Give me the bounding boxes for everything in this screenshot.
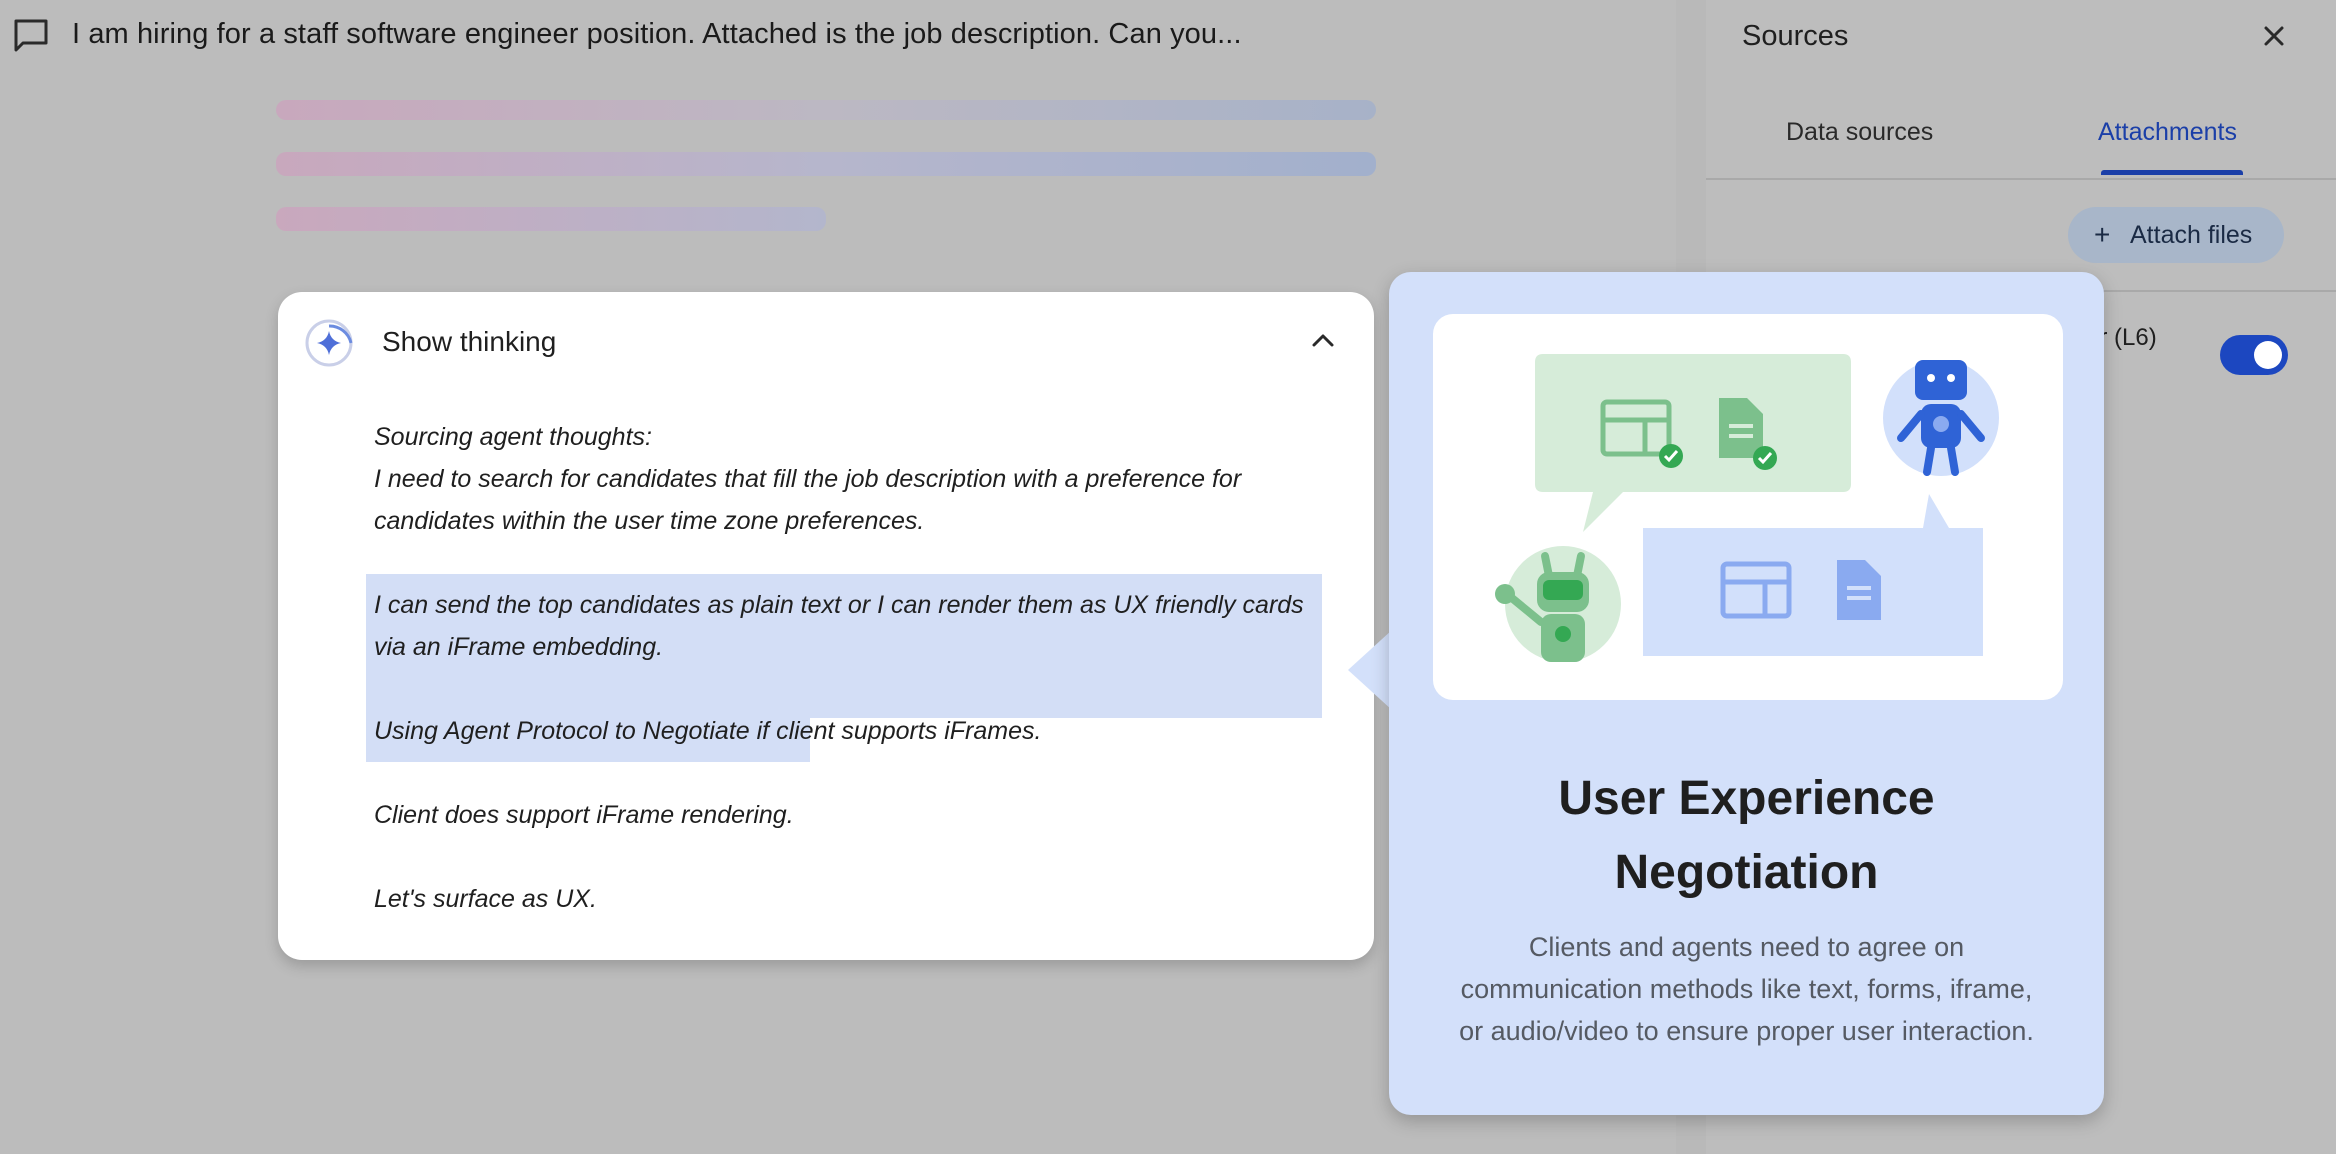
popover-description: Clients and agents need to agree on comm… <box>1389 926 2104 1052</box>
thinking-panel: Show thinking Sourcing agent thoughts: I… <box>278 292 1374 960</box>
thought-line: Sourcing agent thoughts: <box>374 423 652 451</box>
negotiation-illustration <box>1433 314 2063 700</box>
attach-files-button[interactable]: + Attach files <box>2068 207 2284 263</box>
toggle-knob <box>2254 341 2282 369</box>
close-icon[interactable] <box>2260 22 2288 50</box>
spark-icon <box>305 319 353 367</box>
plus-icon: + <box>2094 219 2111 250</box>
thought-line: I need to search for candidates that fil… <box>374 465 1242 493</box>
loading-skeleton-line <box>276 152 1376 176</box>
chat-header: I am hiring for a staff software enginee… <box>0 0 1680 70</box>
popover-description-line: or audio/video to ensure proper user int… <box>1459 1016 2034 1046</box>
chevron-up-icon[interactable] <box>1310 328 1336 354</box>
popover-description-line: communication methods like text, forms, … <box>1460 974 2033 1004</box>
active-tab-indicator <box>2101 170 2243 175</box>
sources-title: Sources <box>1742 20 1849 52</box>
thought-line: Let's surface as UX. <box>374 885 597 913</box>
show-thinking-toggle[interactable]: Show thinking <box>382 326 556 358</box>
conversation-title: I am hiring for a staff software enginee… <box>72 18 1242 50</box>
tab-attachments[interactable]: Attachments <box>2098 118 2237 147</box>
tab-data-sources[interactable]: Data sources <box>1786 118 1933 147</box>
popover-description-line: Clients and agents need to agree on <box>1528 932 1965 962</box>
loading-skeleton-line <box>276 207 826 231</box>
thought-line: Client does support iFrame rendering. <box>374 801 794 829</box>
thought-line: I can send the top candidates as plain t… <box>374 591 1304 619</box>
thought-line: candidates within the user time zone pre… <box>374 507 925 535</box>
tab-divider <box>1706 178 2336 180</box>
loading-skeleton-line <box>276 100 1376 120</box>
popover-arrow <box>1348 630 1392 710</box>
attachment-toggle[interactable] <box>2220 335 2288 375</box>
agents-illustration-icon <box>1495 354 1999 662</box>
popover-title-line: Negotiation <box>1614 846 1879 899</box>
thought-line: via an iFrame embedding. <box>374 633 664 661</box>
attach-files-label: Attach files <box>2130 221 2253 249</box>
chat-bubble-icon <box>14 19 48 52</box>
info-popover: User Experience Negotiation Clients and … <box>1389 272 2104 1115</box>
thought-line: Using Agent Protocol to Negotiate if cli… <box>374 717 1042 745</box>
popover-title: User Experience Negotiation <box>1389 762 2104 910</box>
popover-title-line: User Experience <box>1558 772 1935 825</box>
